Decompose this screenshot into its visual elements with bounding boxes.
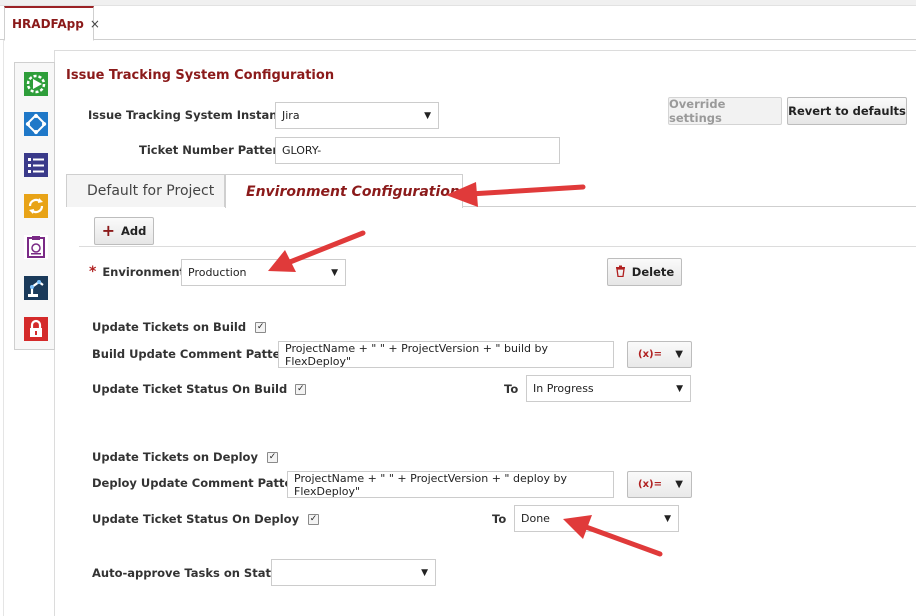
annotation-arrows: [268, 182, 663, 557]
arrow-to-environment-select: [268, 230, 366, 272]
arrow-to-done-select: [563, 515, 663, 557]
arrow-to-environment-config-tab: [446, 182, 586, 207]
